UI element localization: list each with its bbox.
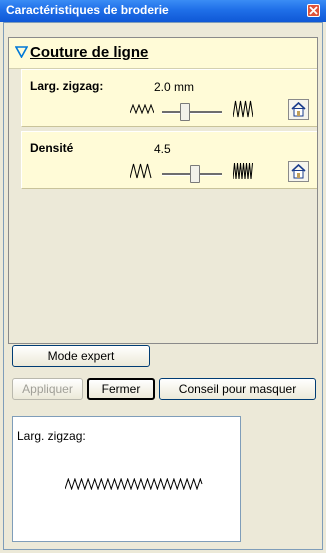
dense-zigzag-icon [233,162,253,180]
slider-thumb[interactable] [190,165,200,183]
masking-tip-button[interactable]: Conseil pour masquer [159,378,316,400]
preview-label: Larg. zigzag: [17,429,86,443]
mode-expert-button[interactable]: Mode expert [12,345,150,367]
setting-row-zigzag-width: Larg. zigzag: 2.0 mm [21,69,317,127]
zigzag-width-slider[interactable] [162,103,222,123]
setting-value: 2.0 mm [154,80,195,94]
narrow-zigzag-icon [130,104,154,114]
density-slider[interactable] [162,165,222,185]
expand-triangle-icon[interactable] [15,46,28,58]
zigzag-preview-icon [65,478,203,490]
setting-label: Densité [30,141,74,155]
setting-row-density: Densité 4.5 [21,131,317,189]
house-icon [291,102,306,117]
setting-label: Larg. zigzag: [30,79,104,93]
close-dialog-button[interactable]: Fermer [87,378,155,400]
embroidery-properties-window: Caractéristiques de broderie Couture de … [0,0,326,553]
title-bar[interactable]: Caractéristiques de broderie [0,0,326,22]
stitch-preview: Larg. zigzag: [12,416,241,542]
sparse-zigzag-icon [130,163,152,179]
setting-value: 4.5 [154,142,171,156]
house-icon [291,164,306,179]
wide-zigzag-icon [233,100,253,118]
slider-thumb[interactable] [180,103,190,121]
default-value-button[interactable] [288,161,309,182]
slider-track [162,111,222,114]
apply-button[interactable]: Appliquer [12,378,83,400]
properties-panel: Couture de ligne Larg. zigzag: 2.0 mm De… [8,37,318,344]
section-header[interactable]: Couture de ligne [9,38,317,69]
section-title[interactable]: Couture de ligne [30,44,148,61]
default-value-button[interactable] [288,99,309,120]
close-icon [309,6,318,15]
window-title: Caractéristiques de broderie [6,3,169,17]
close-button[interactable] [307,4,320,17]
